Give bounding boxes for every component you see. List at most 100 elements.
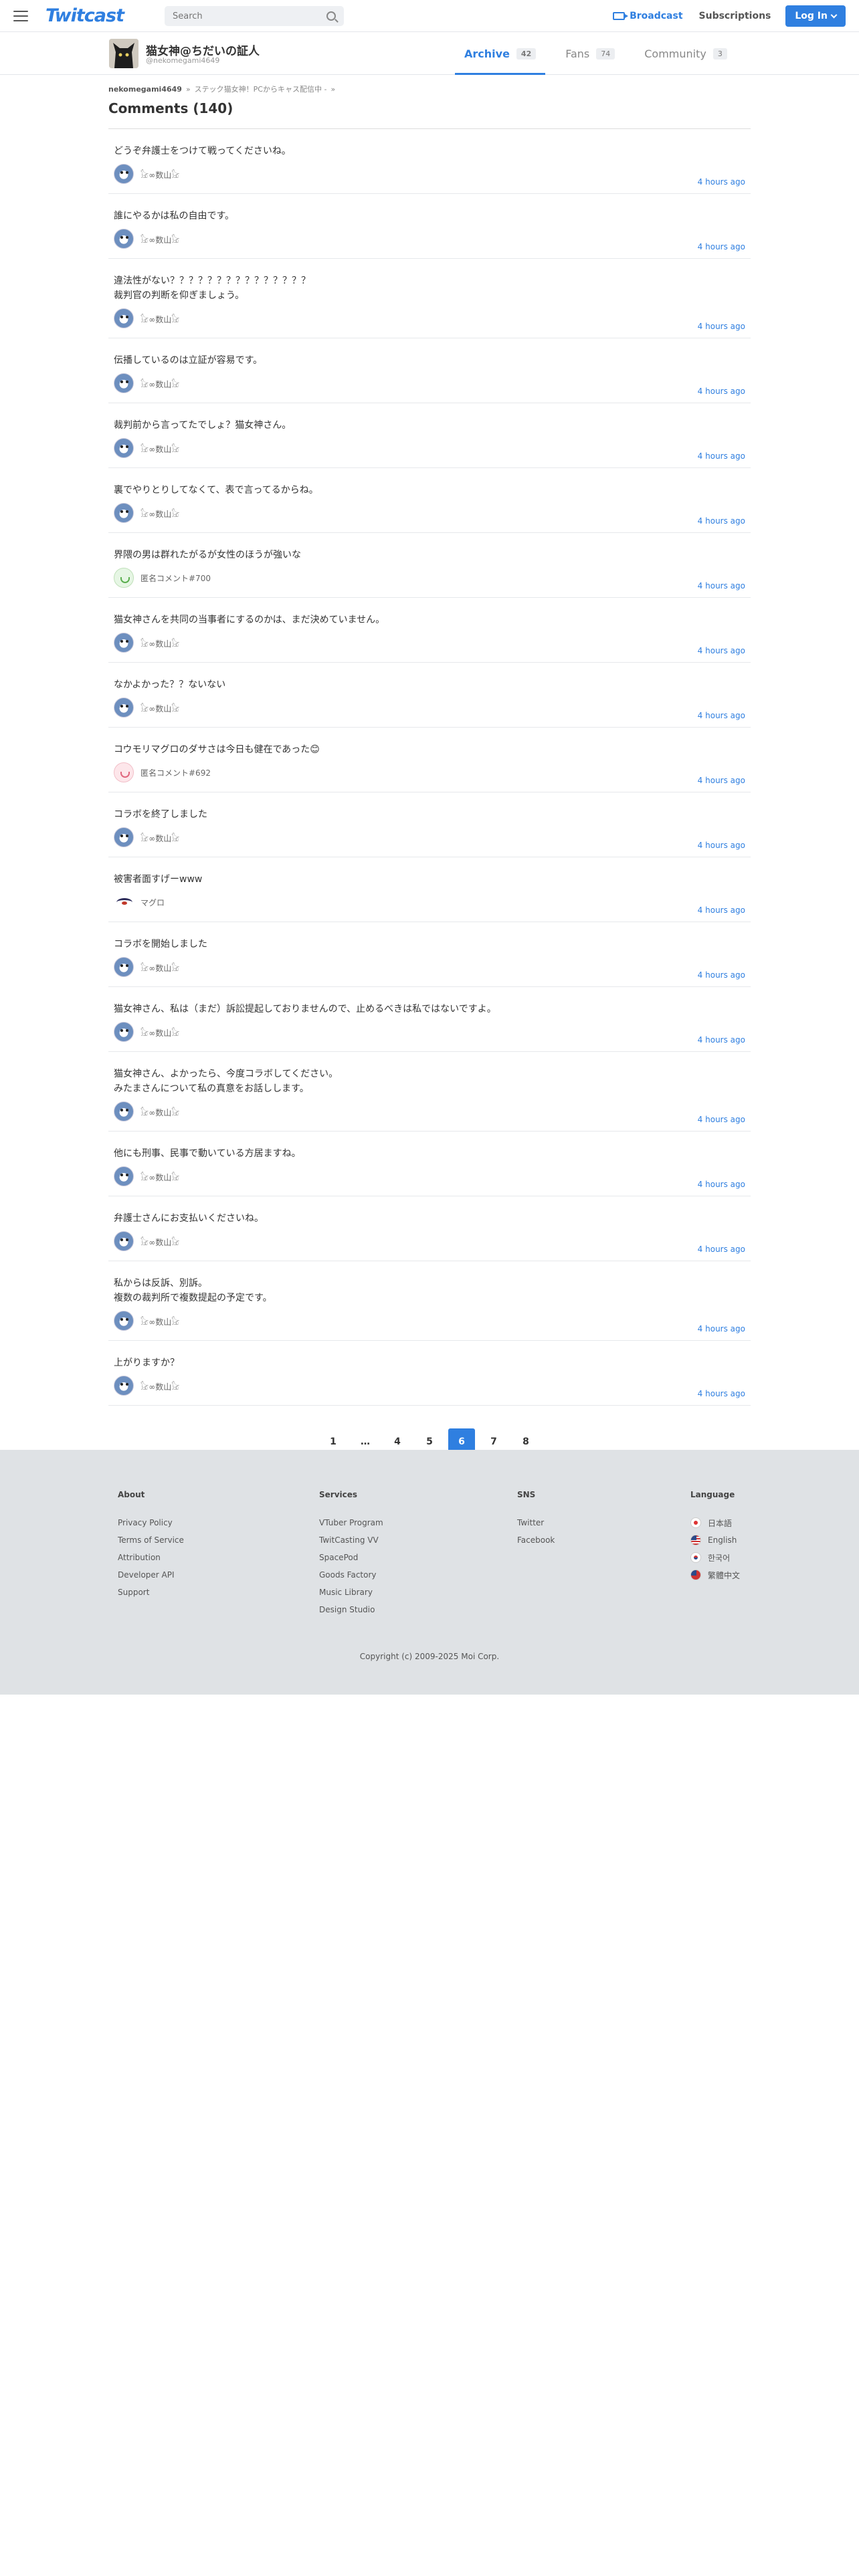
footer-link[interactable]: Design Studio (319, 1601, 383, 1618)
comment-timestamp[interactable]: 4 hours ago (698, 1115, 745, 1124)
commenter-avatar[interactable] (114, 1022, 134, 1042)
tab-community[interactable]: Community 3 (635, 32, 737, 75)
commenter-name[interactable]: 𓃠∞数山𓃠 (140, 960, 179, 974)
comment-author[interactable]: 𓃠∞数山𓃠 (114, 1101, 745, 1131)
search-input[interactable] (173, 11, 326, 21)
comment-author[interactable]: 匿名コメント#700 (114, 568, 745, 597)
login-button[interactable]: Log In (785, 5, 846, 27)
commenter-name[interactable]: 𓃠∞数山𓃠 (140, 506, 179, 520)
user-avatar[interactable] (109, 39, 138, 68)
footer-link[interactable]: Terms of Service (118, 1531, 184, 1549)
comment-timestamp[interactable]: 4 hours ago (698, 451, 745, 461)
tab-fans[interactable]: Fans 74 (556, 32, 624, 75)
comment-timestamp[interactable]: 4 hours ago (698, 387, 745, 396)
language-option-korean[interactable]: 한국어 (690, 1549, 740, 1566)
menu-icon[interactable] (13, 10, 28, 21)
footer-link[interactable]: SpacePod (319, 1549, 383, 1566)
comment-author[interactable]: 𓃠∞数山𓃠 (114, 164, 745, 193)
comment-author[interactable]: 𓃠∞数山𓃠 (114, 308, 745, 338)
comment-author[interactable]: 𓃠∞数山𓃠 (114, 1166, 745, 1196)
commenter-name[interactable]: 匿名コメント#700 (140, 572, 211, 584)
commenter-name[interactable]: 匿名コメント#692 (140, 767, 211, 778)
comment-timestamp[interactable]: 4 hours ago (698, 646, 745, 655)
commenter-avatar[interactable] (114, 892, 134, 912)
language-option-english[interactable]: English (690, 1531, 740, 1549)
commenter-avatar[interactable] (114, 438, 134, 458)
footer-link-facebook[interactable]: Facebook (517, 1531, 555, 1549)
commenter-name[interactable]: 𓃠∞数山𓃠 (140, 377, 179, 390)
comment-timestamp[interactable]: 4 hours ago (698, 177, 745, 187)
comment-timestamp[interactable]: 4 hours ago (698, 516, 745, 526)
comment-timestamp[interactable]: 4 hours ago (698, 905, 745, 915)
commenter-name[interactable]: 𓃠∞数山𓃠 (140, 167, 179, 181)
comment-timestamp[interactable]: 4 hours ago (698, 1180, 745, 1189)
footer-link[interactable]: VTuber Program (319, 1514, 383, 1531)
footer-link[interactable]: Privacy Policy (118, 1514, 184, 1531)
commenter-name[interactable]: 𓃠∞数山𓃠 (140, 831, 179, 844)
comment-timestamp[interactable]: 4 hours ago (698, 242, 745, 251)
commenter-name[interactable]: 𓃠∞数山𓃠 (140, 312, 179, 325)
comment-timestamp[interactable]: 4 hours ago (698, 841, 745, 850)
commenter-avatar[interactable] (114, 373, 134, 393)
commenter-name[interactable]: 𓃠∞数山𓃠 (140, 1235, 179, 1248)
comment-timestamp[interactable]: 4 hours ago (698, 1245, 745, 1254)
commenter-name[interactable]: 𓃠∞数山𓃠 (140, 1314, 179, 1327)
comment-author[interactable]: 𓃠∞数山𓃠 (114, 697, 745, 727)
language-option-japanese[interactable]: 日本語 (690, 1514, 740, 1531)
commenter-name[interactable]: 𓃠∞数山𓃠 (140, 1170, 179, 1183)
comment-author[interactable]: 𓃠∞数山𓃠 (114, 438, 745, 467)
commenter-avatar[interactable] (114, 827, 134, 847)
footer-link[interactable]: TwitCasting VV (319, 1531, 383, 1549)
commenter-avatar[interactable] (114, 1166, 134, 1186)
comment-author[interactable]: 𓃠∞数山𓃠 (114, 229, 745, 258)
comment-author[interactable]: 𓃠∞数山𓃠 (114, 373, 745, 403)
comment-author[interactable]: 𓃠∞数山𓃠 (114, 1022, 745, 1051)
commenter-name[interactable]: 𓃠∞数山𓃠 (140, 232, 179, 245)
commenter-avatar[interactable] (114, 503, 134, 523)
comment-timestamp[interactable]: 4 hours ago (698, 322, 745, 331)
footer-link[interactable]: Music Library (319, 1584, 383, 1601)
comment-author[interactable]: 𓃠∞数山𓃠 (114, 503, 745, 532)
comment-timestamp[interactable]: 4 hours ago (698, 581, 745, 591)
commenter-avatar[interactable] (114, 762, 134, 782)
commenter-avatar[interactable] (114, 1231, 134, 1251)
commenter-name[interactable]: 𓃠∞数山𓃠 (140, 701, 179, 714)
commenter-name[interactable]: 𓃠∞数山𓃠 (140, 1025, 179, 1039)
comment-author[interactable]: 𓃠∞数山𓃠 (114, 1376, 745, 1405)
comment-author[interactable]: 𓃠∞数山𓃠 (114, 1311, 745, 1340)
comment-timestamp[interactable]: 4 hours ago (698, 776, 745, 785)
comment-timestamp[interactable]: 4 hours ago (698, 1035, 745, 1045)
language-option-chinese[interactable]: 繁體中文 (690, 1566, 740, 1584)
commenter-avatar[interactable] (114, 1101, 134, 1121)
comment-author[interactable]: 𓃠∞数山𓃠 (114, 827, 745, 857)
commenter-avatar[interactable] (114, 697, 134, 718)
commenter-name[interactable]: 𓃠∞数山𓃠 (140, 441, 179, 455)
breadcrumb-user-link[interactable]: nekomegami4649 (108, 85, 182, 94)
comment-timestamp[interactable]: 4 hours ago (698, 1389, 745, 1398)
commenter-avatar[interactable] (114, 308, 134, 328)
breadcrumb-movie-link[interactable]: ステック猫女神！PCからキャス配信中 - (195, 84, 327, 94)
commenter-name[interactable]: 𓃠∞数山𓃠 (140, 1105, 179, 1118)
commenter-name[interactable]: マグロ (140, 897, 165, 908)
footer-link[interactable]: Developer API (118, 1566, 184, 1584)
tab-archive[interactable]: Archive 42 (455, 32, 546, 75)
commenter-name[interactable]: 𓃠∞数山𓃠 (140, 1379, 179, 1392)
subscriptions-link[interactable]: Subscriptions (699, 11, 771, 21)
commenter-avatar[interactable] (114, 229, 134, 249)
commenter-avatar[interactable] (114, 1376, 134, 1396)
commenter-avatar[interactable] (114, 1311, 134, 1331)
commenter-avatar[interactable] (114, 164, 134, 184)
comment-author[interactable]: 匿名コメント#692 (114, 762, 745, 792)
footer-link[interactable]: Attribution (118, 1549, 184, 1566)
comment-author[interactable]: 𓃠∞数山𓃠 (114, 1231, 745, 1261)
search-icon[interactable] (326, 11, 336, 21)
comment-timestamp[interactable]: 4 hours ago (698, 970, 745, 980)
twitcast-logo[interactable]: Twitcast (45, 5, 124, 26)
commenter-avatar[interactable] (114, 957, 134, 977)
search-box[interactable] (165, 6, 344, 26)
footer-link-twitter[interactable]: Twitter (517, 1514, 555, 1531)
commenter-avatar[interactable] (114, 568, 134, 588)
comment-author[interactable]: 𓃠∞数山𓃠 (114, 957, 745, 986)
broadcast-link[interactable]: Broadcast (613, 11, 683, 21)
comment-timestamp[interactable]: 4 hours ago (698, 711, 745, 720)
